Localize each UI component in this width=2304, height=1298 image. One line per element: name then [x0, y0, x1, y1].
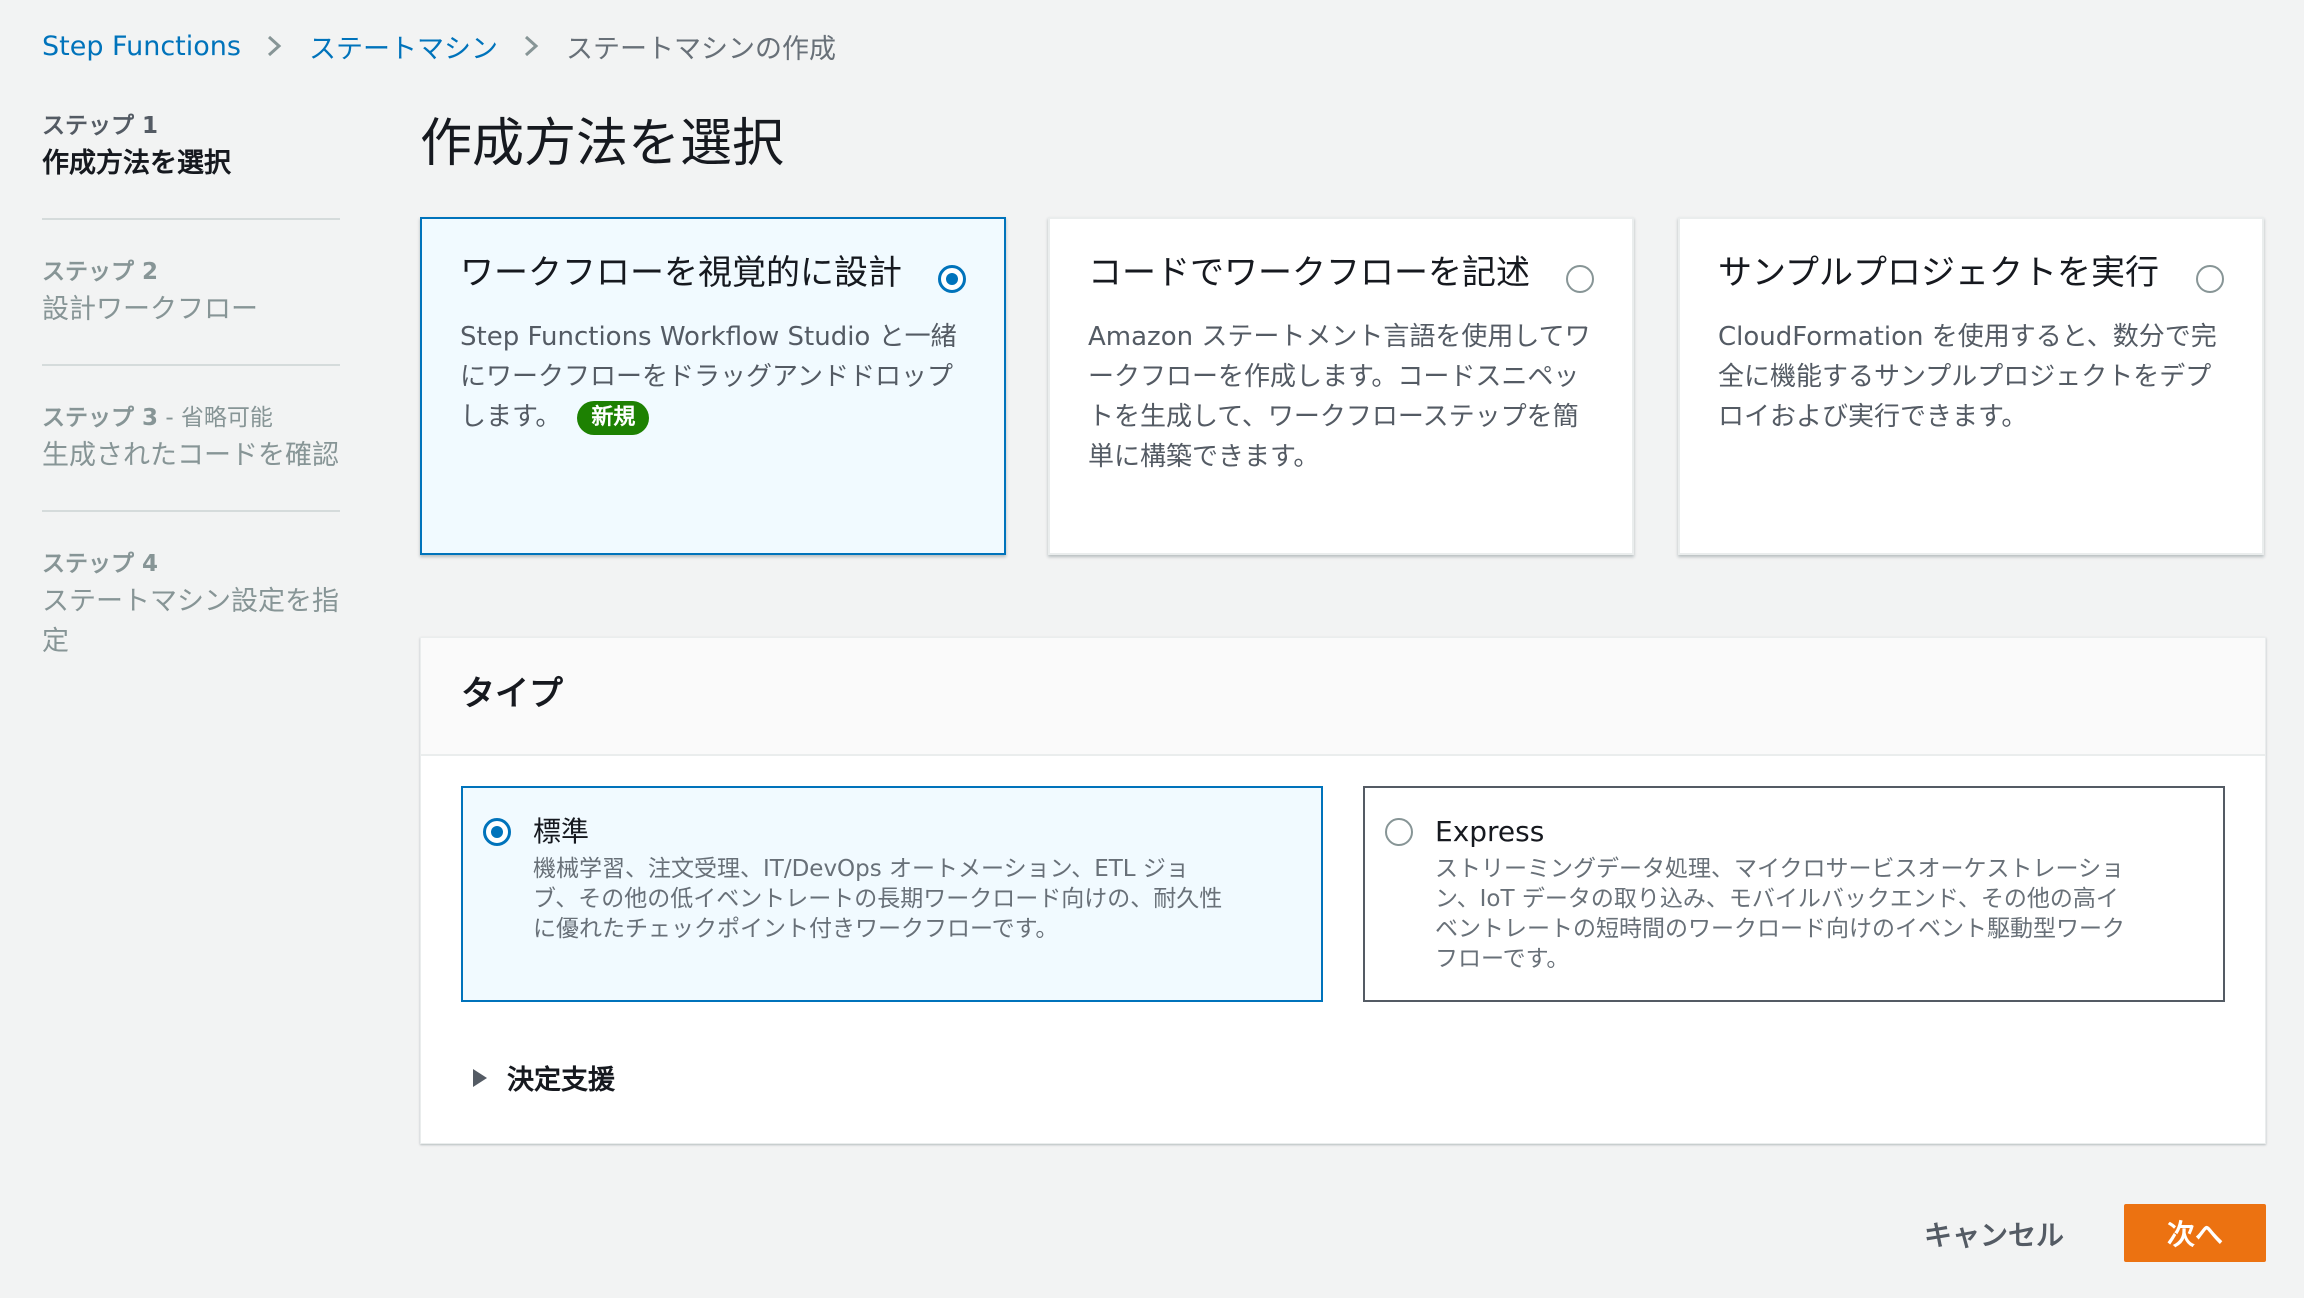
breadcrumb-state-machines[interactable]: ステートマシン — [309, 27, 498, 66]
tile-description: CloudFormation を使用すると、数分で完全に機能するサンプルプロジェ… — [1718, 322, 2217, 432]
step-number: ステップ 1 — [42, 113, 159, 139]
type-header: タイプ — [421, 638, 2265, 756]
step-title: 生成されたコードを確認 — [42, 440, 339, 471]
tile-title: コードでワークフローを記述 — [1088, 253, 1530, 293]
authoring-method-tiles: ワークフローを視覚的に設計 Step Functions Workflow St… — [420, 217, 2266, 555]
tile-title: ワークフローを視覚的に設計 — [460, 253, 902, 293]
option-description: 機械学習、注文受理、IT/DevOps オートメーション、ETL ジョブ、その他… — [533, 856, 1223, 942]
radio-unselected-icon[interactable] — [1385, 818, 1413, 846]
caret-right-icon — [473, 1068, 487, 1087]
help-label: 決定支援 — [507, 1065, 615, 1096]
wizard-step-2: ステップ 2 設計ワークフロー — [42, 254, 340, 366]
step-number: ステップ 4 — [42, 551, 159, 577]
wizard-steps-nav: ステップ 1 作成方法を選択 ステップ 2 設計ワークフロー ステップ 3 - … — [42, 108, 340, 730]
chevron-right-icon — [520, 31, 542, 61]
wizard-step-1: ステップ 1 作成方法を選択 — [42, 108, 340, 220]
type-option-express[interactable]: Express ストリーミングデータ処理、マイクロサービスオーケストレーション、… — [1363, 786, 2225, 1002]
option-label: 標準 — [533, 815, 590, 848]
next-button[interactable]: 次へ — [2124, 1204, 2266, 1262]
type-container: タイプ 標準 機械学習、注文受理、IT/DevOps オートメーション、ETL … — [420, 637, 2266, 1144]
wizard-step-3: ステップ 3 - 省略可能 生成されたコードを確認 — [42, 400, 340, 512]
breadcrumb-current: ステートマシンの作成 — [565, 33, 836, 65]
radio-unselected-icon[interactable] — [2196, 265, 2224, 293]
step-number: ステップ 2 — [42, 259, 159, 285]
decision-help-expander[interactable]: 決定支援 — [473, 1058, 615, 1097]
step-title: ステートマシン設定を指定 — [42, 586, 339, 657]
wizard-step-4: ステップ 4 ステートマシン設定を指定 — [42, 546, 340, 696]
cancel-button[interactable]: キャンセル — [1904, 1206, 2084, 1262]
method-tile-visual[interactable]: ワークフローを視覚的に設計 Step Functions Workflow St… — [420, 217, 1006, 555]
page-title: 作成方法を選択 — [420, 114, 785, 174]
step-title: 設計ワークフロー — [42, 294, 258, 325]
tile-description: Step Functions Workflow Studio と一緒にワークフロ… — [460, 317, 966, 437]
tile-title: サンプルプロジェクトを実行 — [1718, 253, 2159, 293]
new-badge: 新規 — [577, 400, 650, 435]
radio-selected-icon[interactable] — [938, 265, 966, 293]
step-number: ステップ 3 — [42, 405, 159, 431]
chevron-right-icon — [263, 31, 285, 61]
type-option-standard[interactable]: 標準 機械学習、注文受理、IT/DevOps オートメーション、ETL ジョブ、… — [461, 786, 1323, 1002]
step-title: 作成方法を選択 — [42, 148, 231, 179]
method-tile-sample[interactable]: サンプルプロジェクトを実行 CloudFormation を使用すると、数分で完… — [1678, 217, 2264, 555]
radio-unselected-icon[interactable] — [1566, 265, 1594, 293]
type-heading: タイプ — [461, 674, 563, 714]
step-optional-label: - 省略可能 — [158, 405, 273, 431]
tile-description: Amazon ステートメント言語を使用してワークフローを作成します。コードスニペ… — [1088, 322, 1591, 472]
option-description: ストリーミングデータ処理、マイクロサービスオーケストレーション、IoT データの… — [1435, 856, 2125, 972]
radio-selected-icon[interactable] — [483, 818, 511, 846]
breadcrumb: Step Functions ステートマシン ステートマシンの作成 — [42, 26, 836, 66]
option-label: Express — [1435, 815, 1545, 848]
breadcrumb-step-functions[interactable]: Step Functions — [42, 31, 241, 62]
method-tile-code[interactable]: コードでワークフローを記述 Amazon ステートメント言語を使用してワークフロ… — [1048, 217, 1634, 555]
